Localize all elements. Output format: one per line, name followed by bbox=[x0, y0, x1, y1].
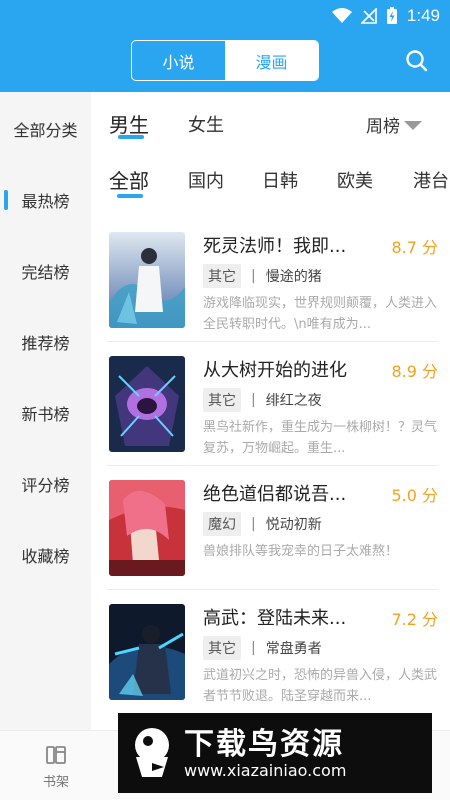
status-bar: 1:49 bbox=[0, 0, 450, 32]
book-score: 7.2 分 bbox=[391, 610, 438, 629]
book-item[interactable]: 绝色道侣都说吾... 5.0 分 魔幻 | 悦动初新 兽娘排队等我宠幸的日子太难… bbox=[91, 466, 450, 590]
book-description: 游戏降临现实，世界规则颠覆，人类进入全民转职时代。\n唯有成为... bbox=[203, 296, 437, 332]
rank-period-label: 周榜 bbox=[366, 117, 400, 137]
book-genre-tag: 魔幻 bbox=[203, 512, 241, 536]
sidebar-item-completed[interactable]: 完结榜 bbox=[0, 251, 91, 291]
book-author: 绯红之夜 bbox=[265, 393, 322, 409]
book-item[interactable]: 高武：登陆未来... 7.2 分 其它 | 常盘勇者 武道初兴之时，恐怖的异兽入… bbox=[91, 590, 450, 714]
book-author: 悦动初新 bbox=[265, 517, 322, 533]
search-icon[interactable] bbox=[404, 48, 430, 74]
battery-charging-icon bbox=[386, 7, 397, 24]
book-genre-tag: 其它 bbox=[203, 388, 241, 412]
wifi-icon bbox=[331, 8, 352, 23]
book-score: 8.9 分 bbox=[391, 362, 438, 381]
tab-male[interactable]: 男生 bbox=[109, 109, 149, 138]
tab-female[interactable]: 女生 bbox=[188, 111, 224, 137]
segment-comic[interactable]: 漫画 bbox=[225, 41, 318, 80]
book-genre-tag: 其它 bbox=[203, 264, 241, 288]
watermark-title: 下载鸟资源 bbox=[184, 727, 344, 762]
no-signal-icon bbox=[360, 8, 377, 24]
rank-period-dropdown[interactable]: 周榜 bbox=[366, 112, 422, 137]
tab-region-all[interactable]: 全部 bbox=[109, 165, 149, 194]
book-title: 绝色道侣都说吾... bbox=[203, 484, 347, 505]
meta-separator: | bbox=[251, 516, 256, 532]
tab-region-hktw[interactable]: 港台 bbox=[413, 167, 449, 193]
bird-logo-icon bbox=[135, 728, 169, 777]
rank-content: 男生 女生 周榜 全部 国内 日韩 欧美 港台 死灵法师！我即... 8.7 分… bbox=[91, 92, 450, 730]
rank-sidebar: 全部分类 最热榜 完结榜 推荐榜 新书榜 评分榜 收藏榜 bbox=[0, 92, 91, 730]
meta-separator: | bbox=[251, 640, 256, 656]
book-genre-tag: 其它 bbox=[203, 636, 241, 660]
book-cover-image bbox=[109, 480, 185, 576]
header: 小说 漫画 bbox=[0, 32, 450, 92]
tab-region-jpkr[interactable]: 日韩 bbox=[262, 167, 298, 193]
segment-novel[interactable]: 小说 bbox=[132, 41, 225, 80]
sidebar-item-all-categories[interactable]: 全部分类 bbox=[0, 109, 91, 149]
status-icons: 1:49 bbox=[331, 5, 440, 27]
status-time: 1:49 bbox=[406, 6, 440, 25]
bookshelf-icon bbox=[46, 746, 66, 764]
book-score: 8.7 分 bbox=[391, 238, 438, 257]
region-tabs: 全部 国内 日韩 欧美 港台 bbox=[91, 152, 450, 202]
book-score: 5.0 分 bbox=[391, 486, 438, 505]
book-item[interactable]: 从大树开始的进化 8.9 分 其它 | 绯红之夜 黑鸟社新作，重生成为一株柳树！… bbox=[91, 342, 450, 466]
book-cover-image bbox=[109, 232, 185, 328]
book-author: 常盘勇者 bbox=[265, 641, 322, 657]
book-meta: 其它 | 绯红之夜 bbox=[203, 388, 322, 412]
book-title: 从大树开始的进化 bbox=[203, 360, 347, 381]
sidebar-item-hottest[interactable]: 最热榜 bbox=[0, 180, 91, 220]
book-title: 高武：登陆未来... bbox=[203, 608, 347, 629]
book-meta: 其它 | 慢途的猪 bbox=[203, 264, 322, 288]
watermark-url: www.xiazainiao.com bbox=[184, 761, 347, 780]
tab-region-western[interactable]: 欧美 bbox=[337, 167, 373, 193]
meta-separator: | bbox=[251, 392, 256, 408]
tab-region-underline bbox=[117, 194, 143, 198]
caret-down-icon bbox=[404, 121, 422, 130]
book-cover-image bbox=[109, 604, 185, 700]
book-cover-image bbox=[109, 356, 185, 452]
sidebar-item-recommended[interactable]: 推荐榜 bbox=[0, 322, 91, 362]
gender-tabs: 男生 女生 周榜 bbox=[91, 92, 450, 142]
tab-region-domestic[interactable]: 国内 bbox=[188, 167, 224, 193]
book-description: 兽娘排队等我宠幸的日子太难熬！ bbox=[203, 544, 399, 559]
book-title: 死灵法师！我即... bbox=[203, 236, 347, 257]
book-meta: 其它 | 常盘勇者 bbox=[203, 636, 322, 660]
book-description: 武道初兴之时，恐怖的异兽入侵，人类武者节节败退。陆圣穿越而来... bbox=[203, 668, 437, 704]
meta-separator: | bbox=[251, 268, 256, 284]
watermark-banner: 下载鸟资源 www.xiazainiao.com bbox=[118, 713, 432, 793]
nav-bookshelf[interactable]: 书架 bbox=[28, 743, 84, 790]
sidebar-item-favorites[interactable]: 收藏榜 bbox=[0, 535, 91, 575]
nav-bookshelf-label: 书架 bbox=[42, 775, 69, 790]
tab-male-underline bbox=[118, 135, 144, 139]
book-author: 慢途的猪 bbox=[265, 269, 322, 285]
book-meta: 魔幻 | 悦动初新 bbox=[203, 512, 322, 536]
type-segmented-control: 小说 漫画 bbox=[131, 40, 319, 81]
book-item[interactable]: 死灵法师！我即... 8.7 分 其它 | 慢途的猪 游戏降临现实，世界规则颠覆… bbox=[91, 218, 450, 342]
sidebar-item-new-books[interactable]: 新书榜 bbox=[0, 393, 91, 433]
book-description: 黑鸟社新作，重生成为一株柳树！？灵气复苏，万物崛起。重生... bbox=[203, 420, 437, 456]
sidebar-item-rating[interactable]: 评分榜 bbox=[0, 464, 91, 504]
